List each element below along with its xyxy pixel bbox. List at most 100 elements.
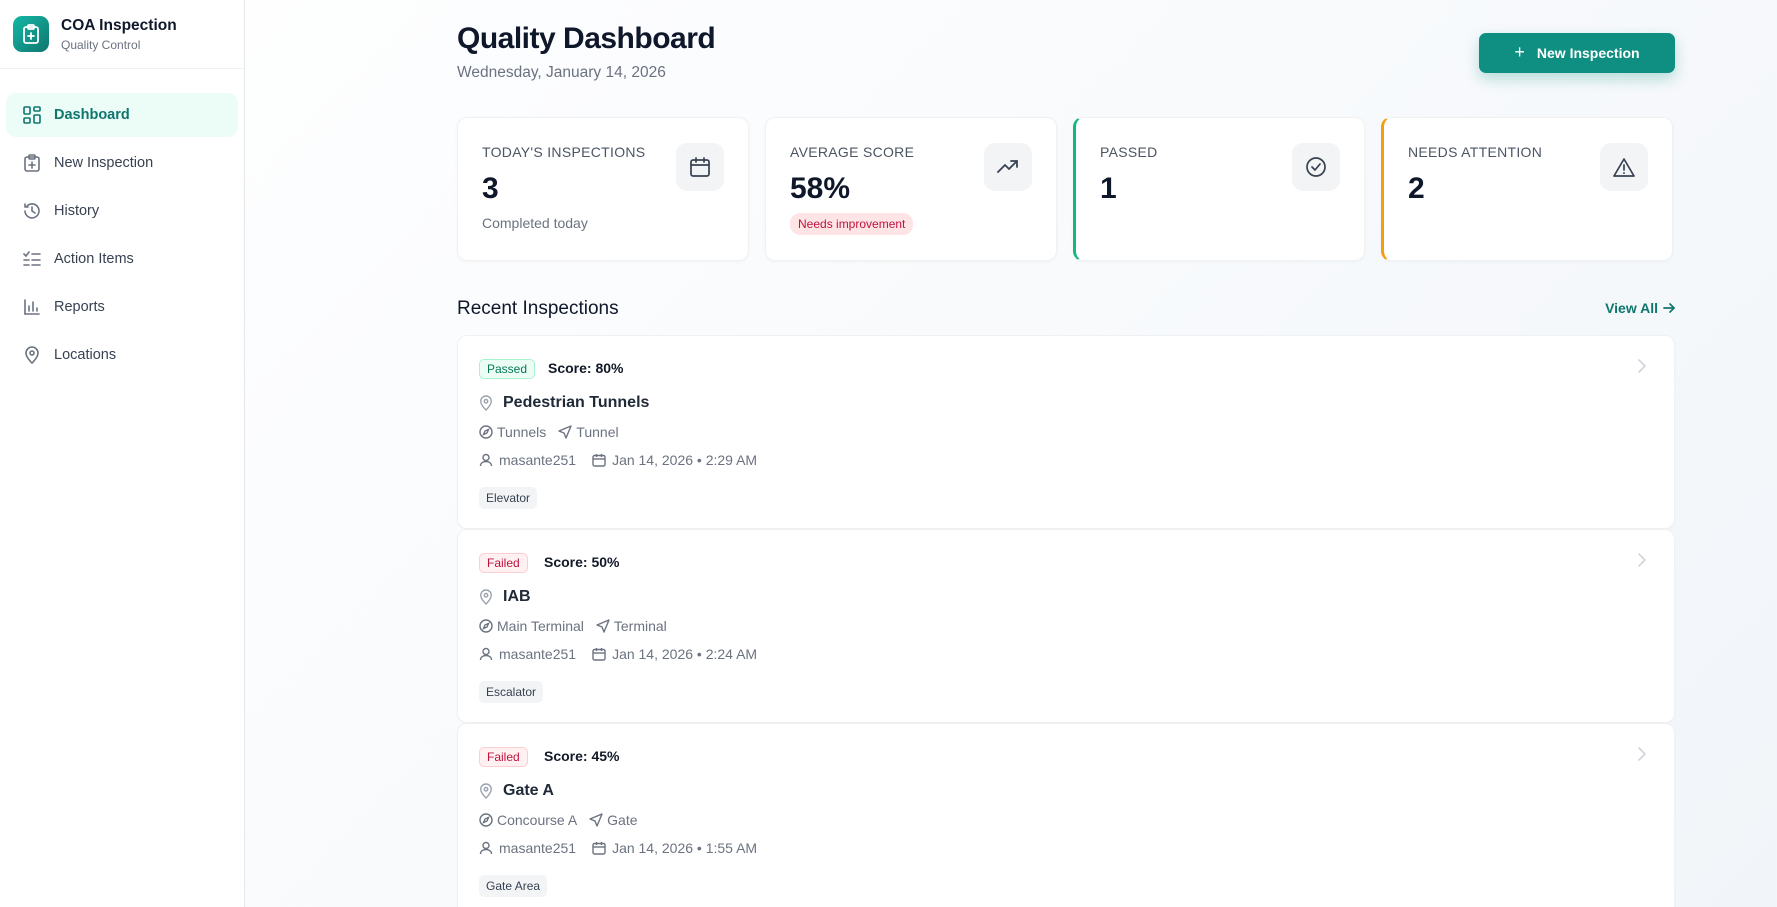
category-tag: Elevator (479, 487, 538, 509)
app-subtitle: Quality Control (61, 37, 141, 52)
score-label: Score: 50% (544, 554, 620, 570)
clipboard-plus-logo-icon (13, 16, 49, 52)
stat-label: NEEDS ATTENTION (1408, 144, 1543, 160)
compass-icon (479, 619, 493, 633)
user-icon (479, 841, 493, 855)
recent-inspections-title: Recent Inspections (457, 298, 619, 319)
stat-label: TODAY'S INSPECTIONS (482, 144, 646, 160)
user-icon (479, 647, 493, 661)
category-tag: Gate Area (479, 875, 548, 897)
area-row: Concourse A Gate (479, 812, 650, 828)
inspection-card[interactable]: Failed Score: 45% Gate A Concourse A Gat… (457, 723, 1675, 907)
inspector-row: masante251 Jan 14, 2026 • 2:24 AM (479, 646, 773, 662)
inspection-datetime: Jan 14, 2026 • 2:24 AM (612, 646, 758, 662)
location-row: IAB (479, 588, 531, 606)
area-type: Gate (607, 812, 638, 828)
inspector-row: masante251 Jan 14, 2026 • 2:29 AM (479, 452, 773, 468)
location-name: Pedestrian Tunnels (503, 394, 650, 411)
inspector-name: masante251 (499, 646, 577, 662)
sidebar-item-locations[interactable]: Locations (6, 333, 238, 377)
clipboard-plus-icon (22, 153, 42, 173)
calendar-icon (592, 454, 606, 467)
plane-icon (596, 619, 610, 633)
stat-value: 3 (482, 172, 499, 205)
status-badge: Failed (479, 747, 528, 767)
dashboard-icon (22, 105, 42, 125)
inspection-datetime: Jan 14, 2026 • 2:29 AM (612, 452, 758, 468)
category-tag: Escalator (479, 681, 544, 703)
view-all-label: View All (1605, 300, 1658, 316)
map-pin-icon (480, 589, 492, 605)
score-label: Score: 45% (544, 748, 620, 764)
stat-card-average-score: AVERAGE SCORE 58% Needs improvement (765, 117, 1057, 261)
sidebar-item-label: History (54, 203, 100, 219)
inspector-name: masante251 (499, 452, 577, 468)
stat-value: 1 (1100, 172, 1117, 205)
area-name: Concourse A (497, 812, 578, 828)
stat-value: 58% (790, 172, 851, 205)
map-pin-icon (22, 345, 42, 365)
chevron-right-icon (1636, 746, 1648, 762)
status-badge: Failed (479, 553, 528, 573)
map-pin-icon (480, 395, 492, 411)
area-name: Main Terminal (497, 618, 584, 634)
sidebar-item-label: Reports (54, 299, 105, 315)
area-name: Tunnels (497, 424, 547, 440)
area-type: Terminal (613, 618, 667, 634)
user-icon (479, 453, 493, 467)
status-badge: Passed (479, 359, 536, 379)
stat-subtext: Completed today (482, 215, 588, 231)
location-name: Gate A (503, 782, 554, 799)
stat-value: 2 (1408, 172, 1425, 205)
needs-improvement-badge: Needs improvement (790, 213, 914, 235)
inspection-datetime: Jan 14, 2026 • 1:55 AM (612, 840, 758, 856)
page-title: Quality Dashboard (457, 22, 716, 55)
inspection-card[interactable]: Passed Score: 80% Pedestrian Tunnels Tun… (457, 335, 1675, 529)
history-icon (22, 201, 42, 221)
sidebar: COA Inspection Quality Control Dashboard… (0, 0, 245, 907)
stat-card-todays-inspections: TODAY'S INSPECTIONS 3 Completed today (457, 117, 749, 261)
view-all-link[interactable]: View All (1605, 300, 1675, 316)
calendar-icon (592, 842, 606, 855)
stat-card-needs-attention: NEEDS ATTENTION 2 (1381, 117, 1673, 261)
score-label: Score: 80% (548, 360, 624, 376)
location-row: Pedestrian Tunnels (479, 394, 649, 412)
list-checks-icon (22, 249, 42, 269)
plane-icon (589, 813, 603, 827)
bar-chart-icon (22, 297, 42, 317)
sidebar-item-label: Dashboard (54, 107, 130, 123)
chevron-right-icon (1636, 358, 1648, 374)
inspection-card[interactable]: Failed Score: 50% IAB Main Terminal Term… (457, 529, 1675, 723)
inspector-row: masante251 Jan 14, 2026 • 1:55 AM (479, 840, 773, 856)
stat-label: AVERAGE SCORE (790, 144, 915, 160)
stat-label: PASSED (1100, 144, 1158, 160)
sidebar-item-action-items[interactable]: Action Items (6, 237, 238, 281)
sidebar-item-new-inspection[interactable]: New Inspection (6, 141, 238, 185)
chevron-right-icon (1636, 552, 1648, 568)
compass-icon (479, 813, 493, 827)
new-inspection-button[interactable]: + New Inspection (1479, 33, 1675, 73)
sidebar-item-history[interactable]: History (6, 189, 238, 233)
sidebar-item-reports[interactable]: Reports (6, 285, 238, 329)
sidebar-item-label: New Inspection (54, 155, 154, 171)
plane-icon (558, 425, 572, 439)
sidebar-item-dashboard[interactable]: Dashboard (6, 93, 238, 137)
location-name: IAB (503, 588, 531, 605)
arrow-right-icon (1663, 303, 1675, 313)
brand: COA Inspection Quality Control (0, 0, 244, 69)
plus-icon: + (1514, 41, 1525, 62)
area-row: Main Terminal Terminal (479, 618, 679, 634)
inspector-name: masante251 (499, 840, 577, 856)
stats-row: TODAY'S INSPECTIONS 3 Completed today AV… (457, 117, 1675, 261)
compass-icon (479, 425, 493, 439)
area-type: Tunnel (576, 424, 619, 440)
sidebar-item-label: Locations (54, 347, 117, 363)
app-title: COA Inspection (61, 16, 177, 34)
page-date: Wednesday, January 14, 2026 (457, 64, 666, 81)
trending-up-icon (984, 143, 1032, 191)
sidebar-item-label: Action Items (54, 251, 134, 267)
check-circle-icon (1292, 143, 1340, 191)
calendar-icon (676, 143, 724, 191)
new-inspection-button-label: New Inspection (1536, 45, 1640, 61)
map-pin-icon (480, 783, 492, 799)
